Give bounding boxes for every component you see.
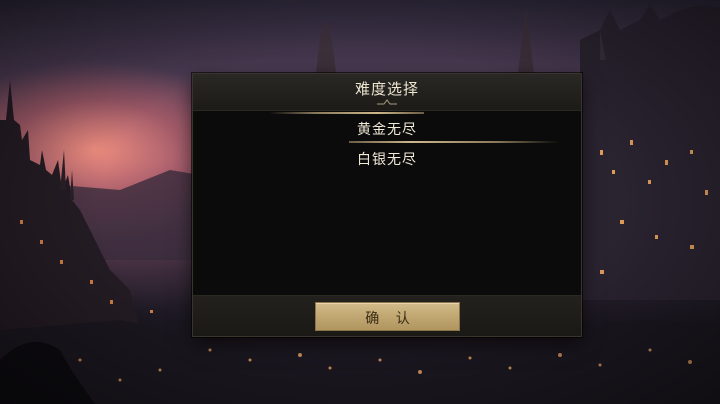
difficulty-list: 黄金无尽 白银无尽 — [199, 112, 575, 294]
ornament-icon — [377, 99, 397, 105]
dialog-title: 难度选择 — [354, 80, 419, 98]
game-screen: 难度选择 黄金无尽 白银无尽 确 认 — [0, 0, 720, 404]
option-label: 黄金无尽 — [357, 122, 417, 138]
option-label: 白银无尽 — [357, 152, 417, 168]
difficulty-option-silver-endless[interactable]: 白银无尽 — [199, 142, 575, 172]
dialog-footer: 确 认 — [193, 295, 581, 336]
selection-highlight-top — [269, 112, 424, 114]
difficulty-dialog: 难度选择 黄金无尽 白银无尽 确 认 — [192, 73, 582, 337]
difficulty-option-gold-endless[interactable]: 黄金无尽 — [199, 112, 575, 143]
confirm-button-label: 确 认 — [365, 311, 416, 327]
dialog-header: 难度选择 — [193, 74, 581, 111]
confirm-button[interactable]: 确 认 — [315, 302, 460, 331]
